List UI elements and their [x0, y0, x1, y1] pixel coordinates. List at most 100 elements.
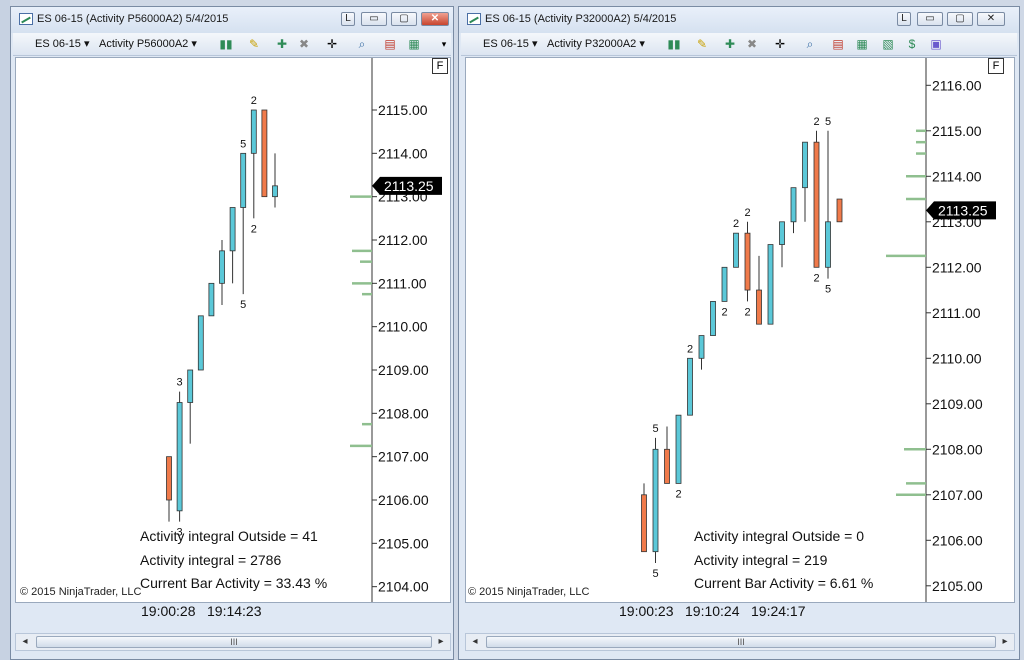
horizontal-scrollbar[interactable]: ◂ III ▸ — [465, 633, 1015, 651]
strategy-icon[interactable]: ▤ — [831, 37, 845, 51]
chevron-down-icon: ▾ — [531, 38, 538, 50]
candle-body — [790, 187, 797, 223]
chart-trader-icon[interactable]: ▧ — [881, 37, 895, 51]
title-bar[interactable]: ES 06-15 (Activity P32000A2) 5/4/2015 L … — [459, 7, 1019, 33]
time-label: 19:00:28 — [141, 603, 196, 619]
price-chart[interactable]: 2116.002115.002114.002113.002112.002111.… — [466, 58, 1015, 603]
chart-toolbar: ES 06-15 ▾ Activity P56000A2 ▾ ▮▮ ✎ ✚ ✖ … — [13, 33, 451, 56]
price-chart[interactable]: 2115.002114.002113.002112.002111.002110.… — [16, 58, 451, 603]
scroll-left-icon[interactable]: ◂ — [468, 635, 482, 649]
minimize-button[interactable]: ▭ — [361, 12, 387, 26]
candle-body — [813, 141, 820, 268]
chart-style-icon[interactable]: ▮▮ — [667, 37, 681, 51]
price-tick-label: 2105.00 — [932, 578, 983, 594]
data-box-icon[interactable]: ▦ — [407, 37, 421, 51]
candle-body — [721, 266, 728, 302]
title-bar[interactable]: ES 06-15 (Activity P56000A2) 5/4/2015 L … — [11, 7, 453, 33]
candle-body — [779, 221, 785, 245]
price-tick-label: 2116.00 — [932, 77, 982, 93]
zoom-icon[interactable]: ⌕ — [803, 37, 817, 51]
chart-panel[interactable]: 2116.00 2115.00 2114.00 2113.00 2112.00 2111.… — [465, 57, 1015, 603]
link-button[interactable]: L — [897, 12, 911, 26]
scroll-thumb[interactable]: III — [36, 636, 432, 648]
candle-body — [836, 198, 843, 223]
remove-indicator-icon[interactable]: ✖ — [297, 37, 311, 51]
desktop-edge — [0, 0, 10, 660]
chevron-down-icon: ▾ — [639, 38, 645, 50]
candle-body — [767, 244, 774, 325]
chart-window-icon — [19, 13, 33, 25]
candle-body — [641, 494, 647, 553]
candle-body — [250, 109, 257, 154]
price-tick-label: 2109.00 — [932, 396, 983, 412]
indicator-selector[interactable]: Activity P32000A2 ▾ — [547, 37, 645, 50]
bar-label-bottom: 5 — [652, 568, 658, 580]
current-bar-activity-text: Current Bar Activity = 6.61 % — [694, 575, 874, 591]
maximize-button[interactable]: ▢ — [947, 12, 973, 26]
bar-label-bottom: 2 — [675, 488, 681, 500]
window-title: ES 06-15 (Activity P32000A2) 5/4/2015 — [485, 13, 677, 25]
properties-icon[interactable]: ▣ — [929, 37, 943, 51]
copyright-text: © 2015 NinjaTrader, LLC — [468, 586, 590, 598]
bar-label-bottom: 2 — [721, 306, 727, 318]
chart-panel[interactable]: 2115.00 2114.00 2113.00 2112.00 2111.00 2110.… — [15, 57, 451, 603]
chart-toolbar: ES 06-15 ▾ Activity P32000A2 ▾ ▮▮ ✎ ✚ ✖ … — [461, 33, 1017, 56]
fixed-scale-toggle[interactable]: F — [432, 58, 448, 74]
price-tick-label: 2107.00 — [378, 449, 429, 465]
candle-body — [733, 232, 739, 268]
price-tick-label: 2108.00 — [932, 441, 983, 457]
indicator-selector[interactable]: Activity P56000A2 ▾ — [99, 37, 197, 50]
bar-label-top: 5 — [240, 138, 246, 150]
horizontal-scrollbar[interactable]: ◂ III ▸ — [15, 633, 451, 651]
toolbar-overflow-icon[interactable]: ▾ — [437, 37, 451, 51]
scroll-thumb[interactable]: III — [486, 636, 996, 648]
candle-body — [166, 456, 172, 501]
price-tick-label: 2114.00 — [378, 145, 428, 161]
money-icon[interactable]: $ — [905, 37, 919, 51]
add-indicator-icon[interactable]: ✚ — [275, 37, 289, 51]
indicator-label: Activity P32000A2 — [547, 38, 637, 50]
draw-pencil-icon[interactable]: ✎ — [695, 37, 709, 51]
bar-label-top: 2 — [733, 218, 739, 230]
candle-body — [802, 141, 808, 189]
price-tick-label: 2108.00 — [378, 405, 429, 421]
price-tick-label: 2107.00 — [932, 487, 983, 503]
scroll-right-icon[interactable]: ▸ — [434, 635, 448, 649]
remove-indicator-icon[interactable]: ✖ — [745, 37, 759, 51]
price-tick-label: 2115.00 — [378, 102, 428, 118]
instrument-selector[interactable]: ES 06-15 ▾ — [35, 37, 89, 50]
bar-label-top: 2 — [251, 95, 257, 107]
chevron-down-icon: ▾ — [83, 38, 90, 50]
price-tick-label: 2104.00 — [378, 579, 429, 595]
fixed-scale-toggle[interactable]: F — [988, 58, 1004, 74]
link-button[interactable]: L — [341, 12, 355, 26]
bar-label-top: 5 — [652, 423, 658, 435]
bar-label-bottom: 2 — [813, 272, 819, 284]
bar-label-bottom: 5 — [240, 299, 246, 311]
instrument-label: ES 06-15 — [483, 38, 529, 50]
draw-pencil-icon[interactable]: ✎ — [247, 37, 261, 51]
minimize-button[interactable]: ▭ — [917, 12, 943, 26]
price-tick-label: 2106.00 — [378, 492, 429, 508]
close-button[interactable]: ✕ — [421, 12, 449, 26]
instrument-label: ES 06-15 — [35, 38, 81, 50]
close-button[interactable]: ✕ — [977, 12, 1005, 26]
price-tick-label: 2105.00 — [378, 535, 429, 551]
add-indicator-icon[interactable]: ✚ — [723, 37, 737, 51]
current-price-tag: 2113.25 — [372, 176, 442, 195]
chart-style-icon[interactable]: ▮▮ — [219, 37, 233, 51]
crosshair-icon[interactable]: ✛ — [773, 37, 787, 51]
maximize-button[interactable]: ▢ — [391, 12, 417, 26]
scroll-left-icon[interactable]: ◂ — [18, 635, 32, 649]
time-label: 19:14:23 — [207, 603, 262, 619]
candle-body — [652, 448, 659, 553]
data-box-icon[interactable]: ▦ — [855, 37, 869, 51]
bar-label-top: 2 — [744, 207, 750, 219]
instrument-selector[interactable]: ES 06-15 ▾ — [483, 37, 537, 50]
scroll-right-icon[interactable]: ▸ — [998, 635, 1012, 649]
copyright-text: © 2015 NinjaTrader, LLC — [20, 586, 142, 598]
bar-label-bottom: 2 — [744, 306, 750, 318]
zoom-icon[interactable]: ⌕ — [355, 37, 369, 51]
strategy-icon[interactable]: ▤ — [383, 37, 397, 51]
crosshair-icon[interactable]: ✛ — [325, 37, 339, 51]
